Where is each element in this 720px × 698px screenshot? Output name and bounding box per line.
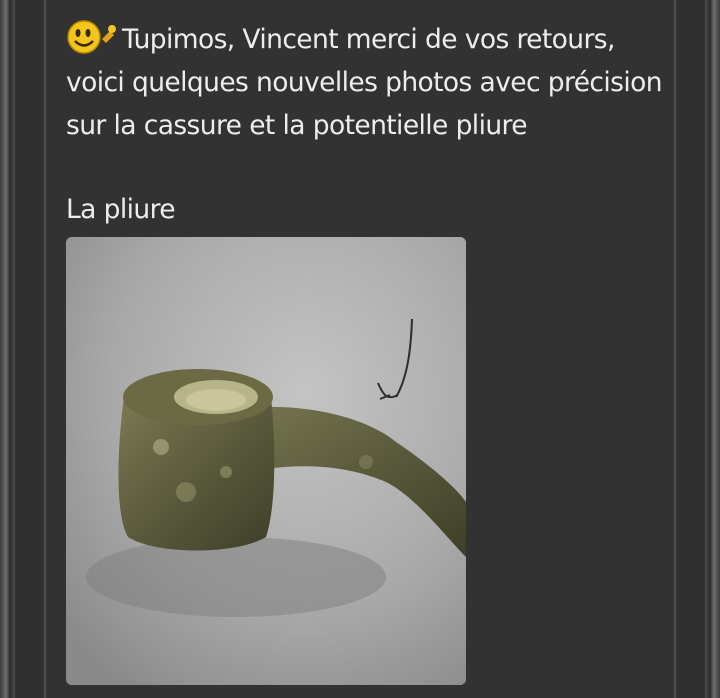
smiley-wink-icon [66,19,118,55]
post-line-2: voici quelques nouvelles photos avec pré… [66,67,663,98]
photo-illustration [66,237,466,685]
forum-post: Tupimos, Vincent merci de vos retours, v… [44,0,676,698]
post-message: Tupimos, Vincent merci de vos retours, v… [66,18,666,147]
post-line-1: Tupimos, Vincent merci de vos retours, [122,24,615,55]
section-label: La pliure [66,194,176,225]
photo-pliure[interactable] [66,237,466,685]
post-line-3: sur la cassure et la potentielle pliure [66,110,528,141]
